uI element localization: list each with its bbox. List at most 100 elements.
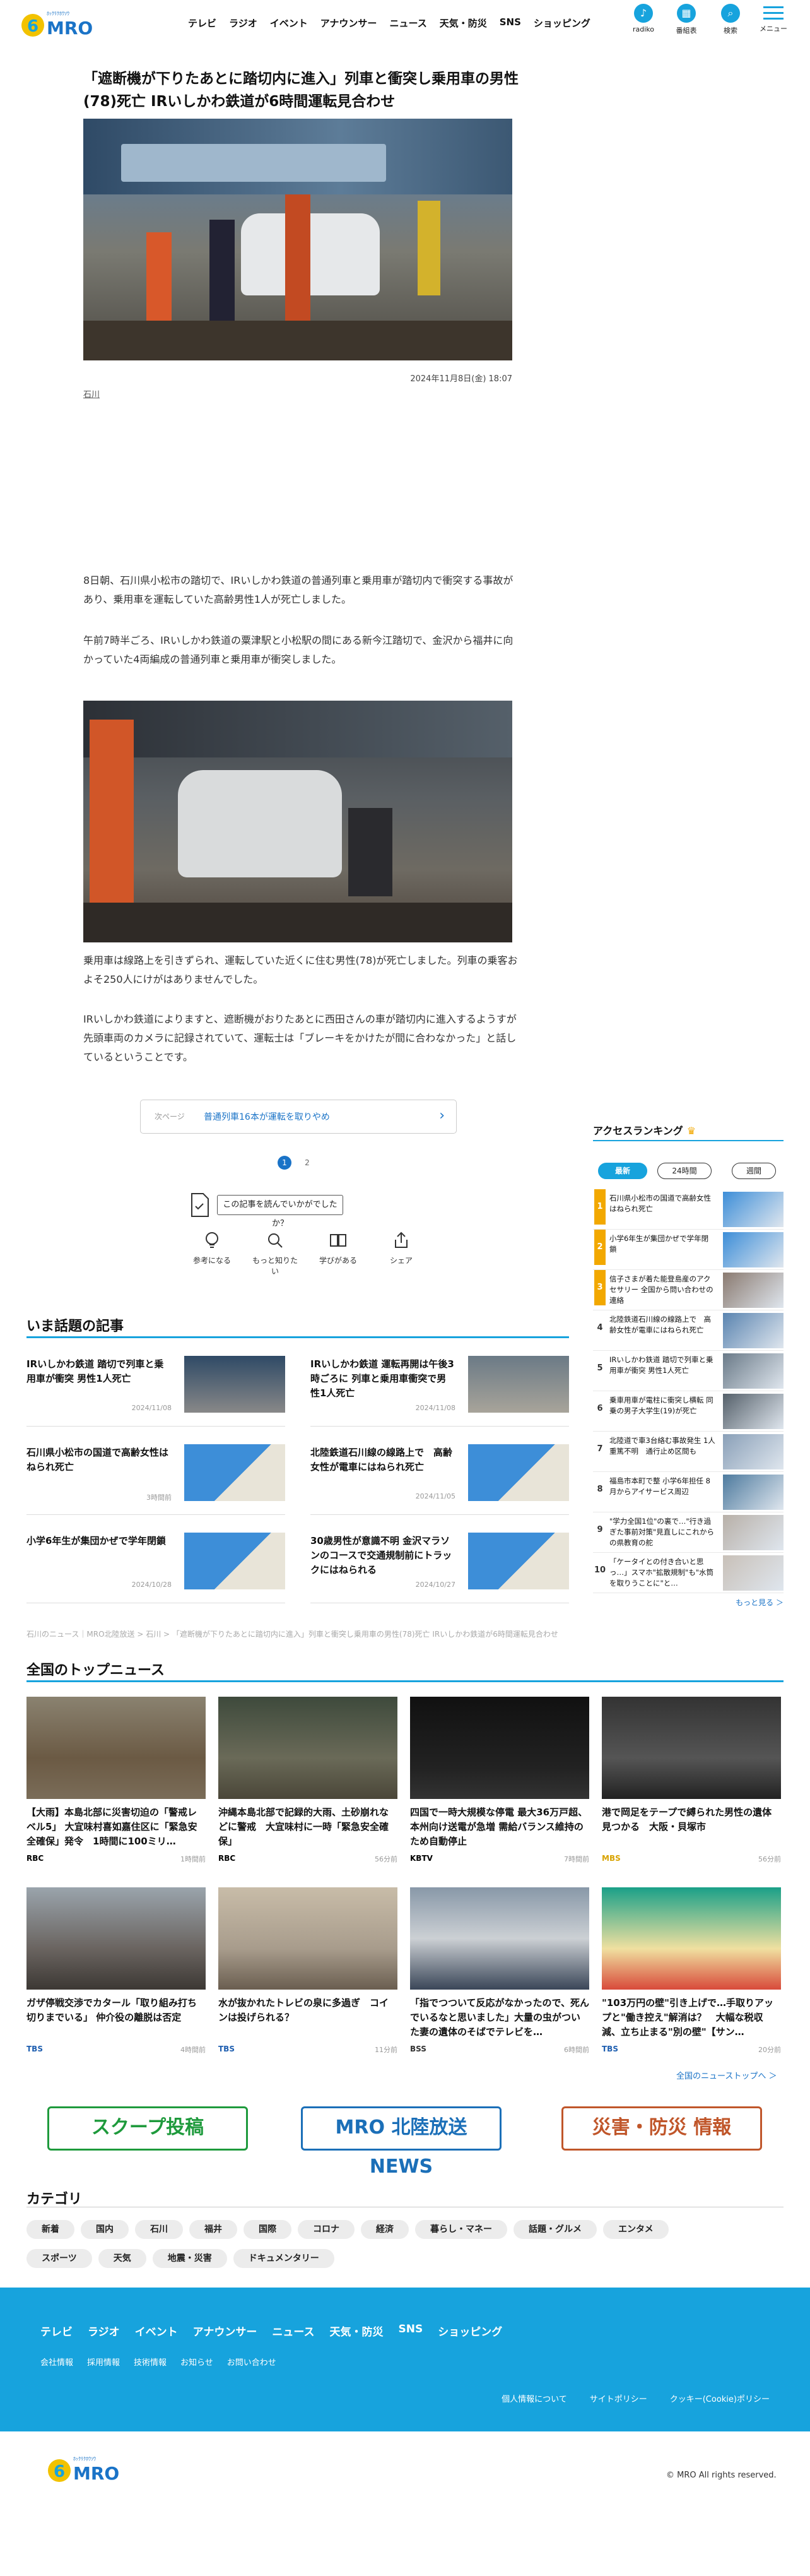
breadcrumb[interactable]: 石川のニュース｜MRO北陸放送 > 石川 > 「遮断機が下りたあとに踏切内に進入… (26, 1629, 558, 1639)
ranking-item[interactable]: 3 信子さまが着た能登島産のアクセサリー 全国から問い合わせの連絡 (593, 1270, 784, 1310)
source-name: KBTV (410, 1854, 433, 1863)
national-news-card[interactable]: 沖縄本島北部で記録的大雨、土砂崩れなどに警戒 大宜味村に一時「緊急安全確保」 RB… (218, 1697, 397, 1865)
category-chip[interactable]: 天気 (98, 2249, 146, 2268)
category-chip[interactable]: エンタメ (603, 2220, 669, 2239)
ranking-item[interactable]: 10 「ケータイとの付き合いと思っ…」スマホ"拡散規制"も"水筒を取りうことに"と… (593, 1553, 784, 1593)
category-chip[interactable]: 国内 (81, 2220, 129, 2239)
category-chip[interactable]: 暮らし・マネー (415, 2220, 507, 2239)
topic-card[interactable]: 北陸鉄道石川線の線路上で 高齢女性が電車にはねられ死亡 2024/11/05 (310, 1439, 569, 1515)
ranking-item[interactable]: 5 IRいしかわ鉄道 踏切で列車と乗用車が衝突 男性1人死亡 (593, 1351, 784, 1391)
footer-nav-radio[interactable]: ラジオ (88, 2323, 120, 2339)
category-chip[interactable]: ドキュメンタリー (233, 2249, 334, 2268)
footer-recruit-link[interactable]: 採用情報 (87, 2356, 120, 2368)
schedule-button[interactable]: ▦ 番組表 (669, 4, 704, 35)
copyright: © MRO All rights reserved. (666, 2471, 777, 2480)
national-news-title: 水が抜かれたトレビの泉に多過ぎ コインは投げられる？ (218, 1997, 389, 2023)
ranking-thumbnail (723, 1232, 784, 1267)
reaction-share-button[interactable]: シェア (376, 1231, 426, 1276)
category-chip[interactable]: 地震・災害 (152, 2249, 227, 2268)
radiko-button[interactable]: ♪ radiko (626, 4, 661, 33)
disaster-info-banner[interactable]: 災害・防災 情報 (561, 2106, 762, 2151)
reaction-learned-button[interactable]: 学びがある (313, 1231, 363, 1276)
ranking-item[interactable]: 6 乗車用車が電柱に衝突し横転 同乗の男子大学生(19)が死亡 (593, 1391, 784, 1432)
nav-announcer[interactable]: アナウンサー (320, 16, 377, 30)
source-name: MBS (602, 1854, 621, 1863)
svg-text:6: 6 (27, 17, 38, 36)
mro-news-banner[interactable]: MRO 北陸放送 NEWS (301, 2106, 502, 2178)
footer-nav-tv[interactable]: テレビ (40, 2323, 73, 2339)
topic-card[interactable]: IRいしかわ鉄道 運転再開は午後3時ごろに 列車と乗用車衝突で男性1人死亡 202… (310, 1351, 569, 1427)
next-page-link[interactable]: 次ページ 普通列車16本が運転を取りやめ › (140, 1100, 457, 1134)
national-news-source: RBC 1時間前 (26, 1854, 206, 1865)
article-tag-link[interactable]: 石川 (83, 388, 100, 400)
ranking-item[interactable]: 7 北陸道で車3台絡む事故発生 1人重篤不明 通行止め区間も (593, 1432, 784, 1472)
footer-nav-shopping[interactable]: ショッピング (438, 2323, 502, 2339)
footer-tech-link[interactable]: 技術情報 (134, 2356, 167, 2368)
article-main-photo (83, 119, 512, 360)
category-chip[interactable]: 福井 (189, 2220, 237, 2239)
nav-event[interactable]: イベント (270, 16, 308, 30)
nav-radio[interactable]: ラジオ (229, 16, 257, 30)
footer-notice-link[interactable]: お知らせ (180, 2356, 213, 2368)
category-chip[interactable]: 国際 (244, 2220, 291, 2239)
topic-card[interactable]: 石川県小松市の国道で高齢女性はねられ死亡 3時間前 (26, 1439, 285, 1515)
national-news-card[interactable]: 四国で一時大規模な停電 最大36万戸超、本州向け送電が急増 需給バランス維持のた… (410, 1697, 589, 1865)
national-news-card[interactable]: ガザ停戦交渉でカタール「取り組み打ち切りまでいる」 仲介役の離脱は否定 TBS 4時… (26, 1887, 206, 2056)
category-chip[interactable]: 石川 (135, 2220, 183, 2239)
national-news-thumbnail (410, 1697, 589, 1799)
topic-card[interactable]: IRいしかわ鉄道 踏切で列車と乗用車が衝突 男性1人死亡 2024/11/08 (26, 1351, 285, 1427)
article-second-photo (83, 701, 512, 942)
national-news-card[interactable]: 水が抜かれたトレビの泉に多過ぎ コインは投げられる？ TBS 11分前 (218, 1887, 397, 2056)
reaction-want-more-button[interactable]: もっと知りたい (250, 1231, 300, 1276)
radio-icon: ♪ (634, 4, 653, 23)
topic-card[interactable]: 30歳男性が意識不明 金沢マラソンのコースで交通規制前にトラックにはねられる 20… (310, 1528, 569, 1603)
topic-card[interactable]: 小学6年生が集団かぜで学年閉鎖 2024/10/28 (26, 1528, 285, 1603)
footer-nav-weather[interactable]: 天気・防災 (330, 2323, 384, 2339)
footer-nav-sns[interactable]: SNS (399, 2323, 423, 2339)
footer-nav-announcer[interactable]: アナウンサー (193, 2323, 257, 2339)
national-news-card[interactable]: 港で岡足をテープで縛られた男性の遺体見つかる 大阪・貝塚市 MBS 56分前 (602, 1697, 781, 1865)
nav-sns[interactable]: SNS (500, 16, 521, 30)
article-paragraph: 午前7時半ごろ、IRいしかわ鉄道の粟津駅と小松駅の間にある新今江踏切で、金沢から… (83, 634, 514, 665)
national-news-card[interactable]: "103万円の壁"引き上げで…手取りアップと"働き控え"解消は？ 大幅な税収減、… (602, 1887, 781, 2056)
category-chip[interactable]: 話題・グルメ (514, 2220, 597, 2239)
footer-nav-event[interactable]: イベント (135, 2323, 178, 2339)
ranking-item[interactable]: 9 "学力全国1位"の裏で…"行き過ぎた事前対策"見直しにこれからの県教育の舵 (593, 1512, 784, 1553)
topic-thumbnail (184, 1533, 285, 1589)
ranking-item[interactable]: 8 福島市本町で整 小学6年担任 8月からアイサービス周辺 (593, 1472, 784, 1512)
footer-logo[interactable]: 6 MRO ﾎｯｸﾘｸﾎｳｿｳ (45, 2449, 134, 2490)
cookie-policy-link[interactable]: クッキー(Cookie)ポリシー (670, 2392, 770, 2404)
topic-date: 2024/11/05 (415, 1492, 455, 1500)
reaction-helpful-button[interactable]: 参考になる (187, 1231, 237, 1276)
scoop-post-banner[interactable]: スクープ投稿 (47, 2106, 248, 2151)
ranking-item[interactable]: 2 小学6年生が集団かぜで学年閉鎖 (593, 1230, 784, 1270)
footer-nav-news[interactable]: ニュース (272, 2323, 314, 2339)
ranking-tab-weekly[interactable]: 週間 (732, 1163, 776, 1179)
nav-weather[interactable]: 天気・防災 (440, 16, 487, 30)
ranking-item[interactable]: 1 石川県小松市の国道で高齢女性はねられ死亡 (593, 1189, 784, 1230)
search-button[interactable]: ⌕ 検索 (713, 4, 748, 35)
site-policy-link[interactable]: サイトポリシー (590, 2392, 647, 2404)
menu-button[interactable]: メニュー (756, 4, 791, 33)
ranking-item[interactable]: 4 北陸鉄道石川線の線路上で 高齢女性が電車にはねられ死亡 (593, 1310, 784, 1351)
national-news-thumbnail (218, 1887, 397, 1990)
ranking-tab-latest[interactable]: 最新 (598, 1163, 647, 1179)
ranking-tab-24h[interactable]: 24時間 (657, 1163, 712, 1179)
national-news-card[interactable]: 「指でつついて反応がなかったので、死んでいるなと思いました」大量の虫がついた妻の… (410, 1887, 589, 2056)
category-chip[interactable]: 経済 (361, 2220, 409, 2239)
page-2-button[interactable]: 2 (300, 1156, 314, 1170)
category-chip[interactable]: スポーツ (26, 2249, 92, 2268)
privacy-link[interactable]: 個人情報について (502, 2392, 567, 2404)
nav-shopping[interactable]: ショッピング (534, 16, 590, 30)
page-1-button[interactable]: 1 (278, 1156, 291, 1170)
nav-tv[interactable]: テレビ (188, 16, 216, 30)
national-news-more-link[interactable]: 全国のニューストップへ ＞ (676, 2069, 777, 2081)
ranking-more-link[interactable]: もっと見る ＞ (736, 1597, 784, 1608)
footer-contact-link[interactable]: お問い合わせ (227, 2356, 276, 2368)
site-logo[interactable]: 6 MRO ﾎｯｸﾘｸﾎｳｿｳ (19, 5, 101, 40)
national-news-card[interactable]: 【大雨】本島北部に災害切迫の「警戒レベル5」 大宜味村喜如嘉住区に「緊急安全確保… (26, 1697, 206, 1865)
category-chip[interactable]: コロナ (298, 2220, 355, 2239)
footer-company-link[interactable]: 会社情報 (40, 2356, 73, 2368)
nav-news[interactable]: ニュース (389, 16, 426, 30)
category-chip[interactable]: 新着 (26, 2220, 74, 2239)
